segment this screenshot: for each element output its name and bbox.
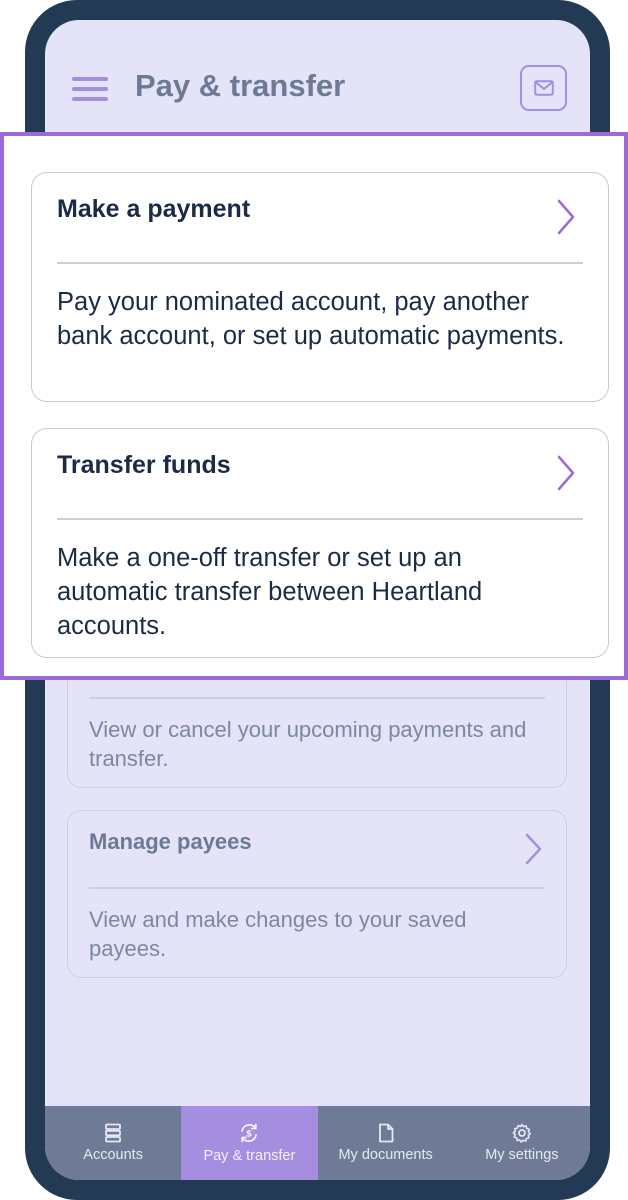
mail-icon	[533, 80, 554, 96]
nav-my-documents-label: My documents	[338, 1147, 433, 1163]
document-icon	[378, 1123, 394, 1143]
accounts-icon	[105, 1123, 122, 1143]
card-divider	[57, 262, 583, 264]
mail-button[interactable]	[520, 65, 567, 111]
card-divider	[89, 697, 545, 699]
nav-my-documents[interactable]: My documents	[318, 1106, 454, 1180]
transfer-funds-title: Transfer funds	[57, 451, 231, 479]
transfer-funds-description: Make a one-off transfer or set up an aut…	[57, 544, 483, 640]
make-payment-description: Pay your nominated account, pay another …	[57, 288, 565, 350]
highlight-panel: Make a payment Pay your nominated accoun…	[0, 132, 628, 680]
pay-transfer-icon: $	[241, 1123, 258, 1143]
bottom-nav: Accounts $ Pay & transfer My documents M…	[45, 1106, 590, 1180]
nav-accounts-label: Accounts	[83, 1147, 143, 1163]
nav-pay-transfer-label: Pay & transfer	[203, 1148, 296, 1164]
make-payment-card[interactable]: Make a payment Pay your nominated accoun…	[31, 172, 609, 402]
chevron-right-icon	[525, 833, 542, 865]
card-divider	[57, 518, 583, 520]
page-title: Pay & transfer	[135, 68, 346, 103]
nav-pay-transfer[interactable]: $ Pay & transfer	[181, 1106, 318, 1180]
svg-text:$: $	[246, 1130, 252, 1140]
upcoming-payments-description: View or cancel your upcoming payments an…	[89, 717, 527, 771]
nav-my-settings-label: My settings	[485, 1147, 559, 1163]
hamburger-menu-icon[interactable]	[72, 77, 108, 101]
transfer-funds-card[interactable]: Transfer funds Make a one-off transfer o…	[31, 428, 609, 658]
make-payment-title: Make a payment	[57, 195, 251, 223]
gear-icon	[512, 1123, 531, 1143]
manage-payees-title: Manage payees	[89, 829, 252, 854]
chevron-right-icon	[557, 199, 575, 235]
manage-payees-description: View and make changes to your saved paye…	[89, 907, 467, 961]
manage-payees-card[interactable]: Manage payees View and make changes to y…	[67, 810, 567, 978]
card-divider	[89, 887, 545, 889]
nav-accounts[interactable]: Accounts	[45, 1106, 181, 1180]
chevron-right-icon	[557, 455, 575, 491]
nav-my-settings[interactable]: My settings	[454, 1106, 590, 1180]
